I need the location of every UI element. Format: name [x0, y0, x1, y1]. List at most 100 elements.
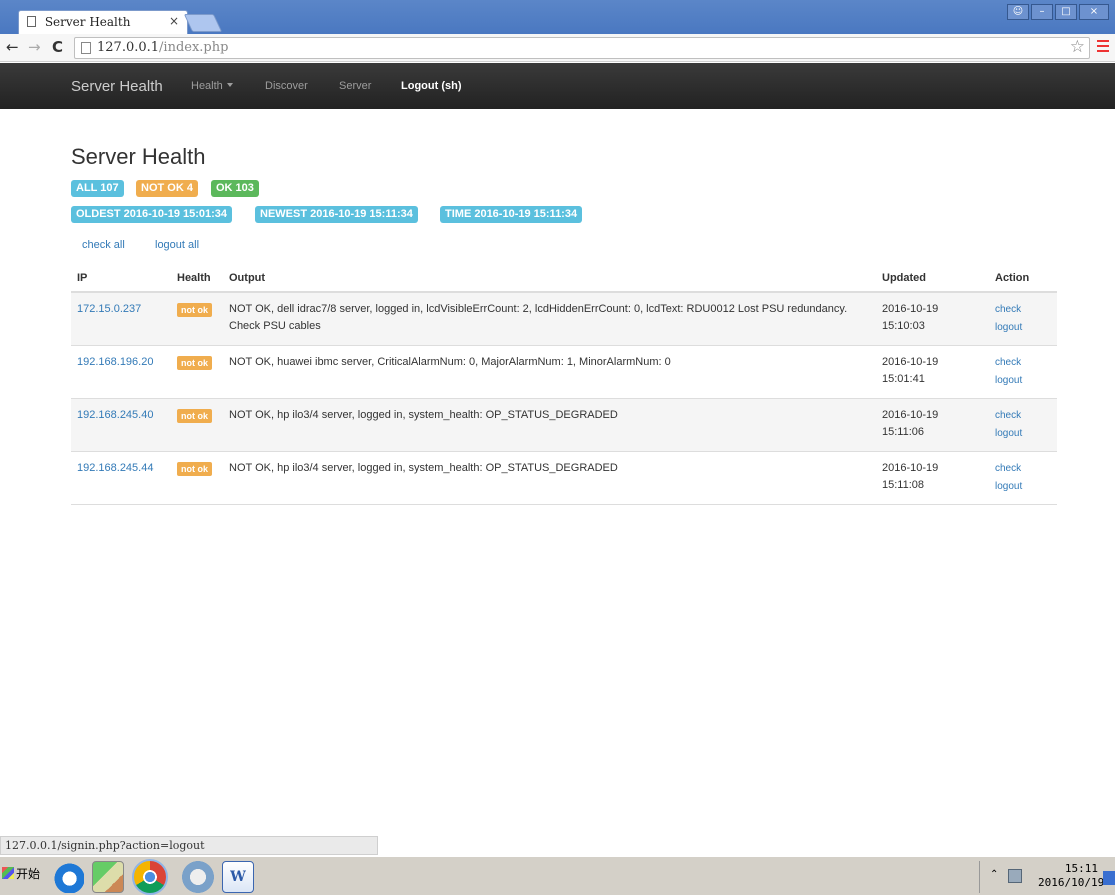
output-cell: NOT OK, huawei ibmc server, CriticalAlar…	[223, 345, 876, 399]
badge-not-ok: NOT OK 4	[136, 180, 198, 197]
address-bar[interactable]: 127.0.0.1/index.php	[74, 37, 1090, 59]
minimize-button[interactable]: –	[1031, 4, 1053, 20]
output-cell: NOT OK, hp ilo3/4 server, logged in, sys…	[223, 398, 876, 452]
badge-all: ALL 107	[71, 180, 124, 197]
start-button[interactable]: 开始	[2, 865, 40, 882]
updated-time: 15:11:08	[882, 478, 925, 491]
nav-health-dropdown[interactable]: Health	[191, 80, 233, 92]
chrome-icon[interactable]	[132, 859, 168, 895]
ip-link[interactable]: 172.15.0.237	[77, 303, 141, 315]
health-badge: not ok	[177, 408, 212, 423]
maximize-button[interactable]: □	[1055, 4, 1077, 20]
user-icon[interactable]: ☺	[1007, 4, 1029, 20]
nav-health-label: Health	[191, 80, 223, 92]
ip-link[interactable]: 192.168.196.20	[77, 356, 153, 368]
output-cell: NOT OK, hp ilo3/4 server, logged in, sys…	[223, 451, 876, 505]
updated-cell: 2016-10-19 15:10:03	[876, 292, 981, 346]
action-cell: check logout	[981, 451, 1057, 505]
logout-link[interactable]: logout	[995, 478, 1051, 496]
check-link[interactable]: check	[995, 407, 1051, 425]
clock-date: 2016/10/19	[1038, 876, 1105, 889]
logout-link[interactable]: logout	[995, 425, 1051, 443]
updated-cell: 2016-10-19 15:01:41	[876, 345, 981, 399]
logout-link[interactable]: logout	[995, 319, 1051, 337]
browser-toolbar: ← → C 127.0.0.1/index.php ☆	[0, 34, 1115, 62]
ie-icon[interactable]	[52, 861, 84, 893]
check-all-link[interactable]: check all	[82, 239, 125, 251]
badge-newest: NEWEST 2016-10-19 15:11:34	[255, 206, 418, 223]
updated-time: 15:11:06	[882, 425, 925, 438]
virtualbox-icon[interactable]	[182, 861, 214, 893]
logout-all-link[interactable]: logout all	[155, 239, 199, 251]
updated-cell: 2016-10-19 15:11:08	[876, 451, 981, 505]
updated-date: 2016-10-19	[882, 355, 939, 368]
ip-link[interactable]: 192.168.245.40	[77, 409, 153, 421]
col-header-output: Output	[223, 264, 876, 293]
nav-discover[interactable]: Discover	[265, 80, 308, 92]
nav-server[interactable]: Server	[339, 80, 371, 92]
system-tray: ⌃ 15:11 2016/10/19	[979, 861, 1115, 893]
check-link[interactable]: check	[995, 460, 1051, 478]
health-cell: not ok	[171, 292, 223, 346]
window-controls: ☺ – □ ×	[1007, 4, 1109, 20]
badge-ok: OK 103	[211, 180, 259, 197]
new-tab-button[interactable]	[183, 14, 223, 32]
table-header-row: IP Health Output Updated Action	[71, 264, 1057, 293]
col-header-updated: Updated	[876, 264, 981, 293]
badge-oldest: OLDEST 2016-10-19 15:01:34	[71, 206, 233, 223]
output-cell: NOT OK, dell idrac7/8 server, logged in,…	[223, 292, 876, 346]
updated-time: 15:01:41	[882, 372, 925, 385]
page-icon	[81, 42, 91, 54]
paint-icon[interactable]	[92, 861, 124, 893]
ip-cell: 192.168.245.40	[71, 398, 171, 452]
server-health-table: IP Health Output Updated Action 172.15.0…	[71, 264, 1057, 505]
reload-icon[interactable]: C	[52, 38, 63, 56]
check-link[interactable]: check	[995, 354, 1051, 372]
health-badge: not ok	[177, 303, 212, 317]
updated-time: 15:10:03	[882, 320, 925, 332]
check-link[interactable]: check	[995, 301, 1051, 319]
page-icon	[27, 16, 36, 27]
logout-link[interactable]: logout	[995, 372, 1051, 390]
action-cell: check logout	[981, 292, 1057, 346]
updated-date: 2016-10-19	[882, 408, 939, 421]
table-row: 192.168.245.40 not ok NOT OK, hp ilo3/4 …	[71, 398, 1057, 452]
browser-tab[interactable]: Server Health ×	[18, 10, 188, 34]
start-label: 开始	[16, 867, 41, 881]
clock[interactable]: 15:11 2016/10/19	[1038, 862, 1105, 890]
forward-arrow-icon[interactable]: →	[28, 38, 41, 56]
menu-icon[interactable]	[1097, 40, 1109, 55]
ip-cell: 192.168.196.20	[71, 345, 171, 399]
table-row: 192.168.245.44 not ok NOT OK, hp ilo3/4 …	[71, 451, 1057, 505]
back-arrow-icon[interactable]: ←	[6, 38, 19, 56]
table-row: 192.168.196.20 not ok NOT OK, huawei ibm…	[71, 345, 1057, 399]
action-cell: check logout	[981, 398, 1057, 452]
network-icon[interactable]	[1008, 869, 1022, 883]
updated-cell: 2016-10-19 15:11:06	[876, 398, 981, 452]
health-badge: not ok	[177, 355, 212, 370]
ip-cell: 192.168.245.44	[71, 451, 171, 505]
bookmark-star-icon[interactable]: ☆	[1070, 37, 1085, 57]
url-path: /index.php	[159, 40, 229, 55]
word-icon[interactable]: W	[222, 861, 254, 893]
nav-logout[interactable]: Logout (sh)	[401, 80, 461, 92]
col-header-health: Health	[171, 264, 223, 293]
ip-link[interactable]: 192.168.245.44	[77, 462, 153, 474]
clock-time: 15:11	[1064, 862, 1098, 875]
health-cell: not ok	[171, 398, 223, 452]
show-desktop-button[interactable]	[1103, 871, 1115, 885]
link-status-bar: 127.0.0.1/signin.php?action=logout	[0, 836, 378, 855]
table-row: 172.15.0.237 not ok NOT OK, dell idrac7/…	[71, 292, 1057, 346]
updated-date: 2016-10-19	[882, 303, 939, 315]
badge-time: TIME 2016-10-19 15:11:34	[440, 206, 583, 223]
windows-flag-icon	[2, 867, 14, 879]
updated-date: 2016-10-19	[882, 461, 939, 474]
tray-expand-icon[interactable]: ⌃	[990, 869, 998, 880]
col-header-action: Action	[981, 264, 1057, 293]
tab-close-icon[interactable]: ×	[169, 14, 179, 28]
navbar-brand[interactable]: Server Health	[71, 78, 163, 95]
window-close-button[interactable]: ×	[1079, 4, 1109, 20]
browser-titlebar: Server Health × ☺ – □ ×	[0, 0, 1115, 34]
caret-down-icon	[226, 83, 233, 87]
health-cell: not ok	[171, 451, 223, 505]
